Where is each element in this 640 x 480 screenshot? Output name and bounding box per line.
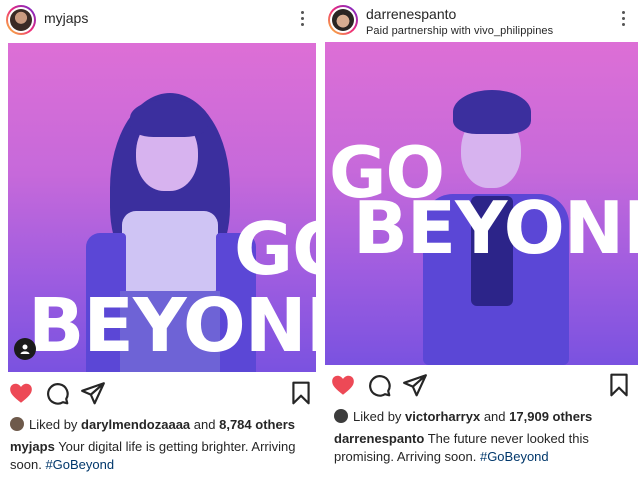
share-icon[interactable] — [80, 380, 106, 406]
post-right: darrenespanto Paid partnership with vivo… — [322, 0, 640, 480]
caption: myjaps Your digital life is getting brig… — [10, 438, 313, 474]
bookmark-icon[interactable] — [288, 380, 314, 406]
caption-username[interactable]: myjaps — [10, 439, 55, 454]
username[interactable]: myjaps — [44, 10, 88, 26]
likes-and: and — [483, 409, 506, 424]
comment-icon[interactable] — [44, 380, 70, 406]
likes-count[interactable]: 17,909 others — [509, 409, 592, 424]
likes-line: Liked by darylmendozaaaa and 8,784 other… — [10, 416, 295, 434]
likes-prefix: Liked by — [353, 409, 402, 424]
avatar[interactable] — [6, 5, 36, 35]
likes-line: Liked by victorharryx and 17,909 others — [334, 408, 592, 426]
more-icon[interactable] — [301, 11, 305, 31]
share-icon[interactable] — [402, 372, 428, 398]
caption-hashtag[interactable]: #GoBeyond — [480, 449, 549, 464]
liker-avatar — [334, 409, 348, 423]
heart-icon[interactable] — [8, 380, 34, 406]
post-image[interactable]: GO BEYOND — [8, 43, 316, 372]
paid-partnership-label[interactable]: Paid partnership with vivo_philippines — [366, 25, 553, 37]
bookmark-icon[interactable] — [606, 372, 632, 398]
heart-icon[interactable] — [330, 372, 356, 398]
caption: darrenespanto The future never looked th… — [334, 430, 634, 466]
caption-hashtag[interactable]: #GoBeyond — [45, 457, 114, 472]
image-text-go: GO — [234, 207, 316, 291]
likes-prefix: Liked by — [29, 417, 78, 432]
caption-username[interactable]: darrenespanto — [334, 431, 424, 446]
action-bar — [0, 380, 319, 410]
likes-count[interactable]: 8,784 others — [219, 417, 295, 432]
liker-username[interactable]: victorharryx — [405, 409, 480, 424]
post-header: darrenespanto Paid partnership with vivo… — [322, 0, 640, 42]
post-header: myjaps — [0, 0, 319, 42]
likes-and: and — [193, 417, 216, 432]
avatar[interactable] — [328, 5, 358, 35]
image-text-beyond: BEYOND — [28, 283, 316, 369]
liker-avatar — [10, 417, 24, 431]
user-tag-icon[interactable] — [14, 338, 36, 360]
post-left: myjaps GO BEYOND — [0, 0, 319, 480]
image-text-beyond: BEYOND — [353, 186, 638, 270]
more-icon[interactable] — [622, 11, 626, 31]
liker-username[interactable]: darylmendozaaaa — [81, 417, 190, 432]
comment-icon[interactable] — [366, 372, 392, 398]
username[interactable]: darrenespanto — [366, 6, 456, 22]
post-image[interactable]: GO BEYOND — [325, 42, 638, 365]
action-bar — [322, 372, 640, 402]
